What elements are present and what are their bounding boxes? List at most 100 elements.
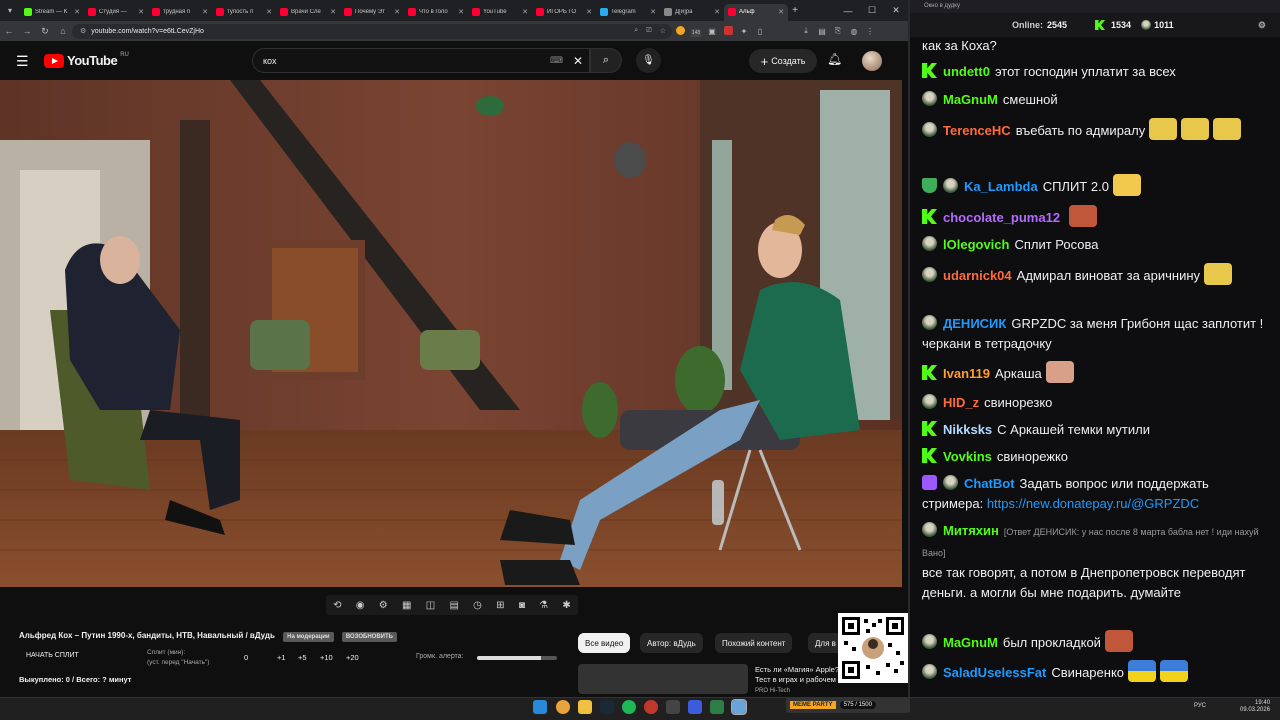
close-tab-icon[interactable]: ✕	[650, 8, 656, 16]
browser-tab[interactable]: ИГОРЬ ГО ✕	[532, 4, 596, 21]
chat-username[interactable]: MaGnuM	[943, 92, 998, 107]
extension-icon[interactable]: ⎘	[830, 26, 846, 36]
clear-search-icon[interactable]: ✕	[573, 54, 583, 68]
close-tab-icon[interactable]: ✕	[778, 8, 784, 16]
meme-party-widget[interactable]: MEME PARTY 575 / 1500	[786, 697, 910, 713]
browser-tab[interactable]: тупость п ✕	[212, 4, 276, 21]
browser-tab[interactable]: Студия — ✕	[84, 4, 148, 21]
browser-tab[interactable]: Что в голо ✕	[404, 4, 468, 21]
chat-username[interactable]: undett0	[943, 64, 990, 79]
screenshot-icon[interactable]: ◙	[519, 600, 525, 611]
chip-all-videos[interactable]: Все видео	[578, 633, 631, 653]
broadcast-icon[interactable]: ◉	[356, 600, 365, 611]
app-taskbar-icon[interactable]	[688, 700, 702, 714]
clip-icon[interactable]: ▦	[402, 600, 411, 611]
browser-tab[interactable]: YouTube ✕	[468, 4, 532, 21]
close-tab-icon[interactable]: ✕	[394, 8, 400, 16]
browser-tab[interactable]: Почему Эт ✕	[340, 4, 404, 21]
close-tab-icon[interactable]: ✕	[330, 8, 336, 16]
chat-username[interactable]: ДЕНИСИК	[943, 316, 1006, 331]
close-tab-icon[interactable]: ✕	[74, 8, 80, 16]
profile-icon[interactable]: ◍	[846, 27, 862, 36]
chat-username[interactable]: MaGnuM	[943, 635, 998, 650]
menu-icon[interactable]: ⋮	[862, 27, 878, 36]
split-add-5-button[interactable]: +5	[298, 653, 307, 662]
search-input[interactable]: кох ⌨ ✕	[252, 48, 590, 73]
close-window-icon[interactable]: ✕	[884, 5, 908, 16]
minimize-icon[interactable]: —	[836, 6, 860, 16]
app-taskbar-icon[interactable]	[710, 700, 724, 714]
close-tab-icon[interactable]: ✕	[138, 8, 144, 16]
gear-icon[interactable]: ✱	[562, 600, 570, 611]
reload-icon[interactable]: ↻	[36, 26, 54, 37]
extension-icon[interactable]	[672, 25, 688, 37]
chat-username[interactable]: Ka_Lambda	[964, 179, 1038, 194]
browser-tab[interactable]: Альф ✕	[724, 3, 788, 21]
extension-icon[interactable]	[720, 25, 736, 37]
voice-search-button[interactable]: 🎙	[636, 48, 661, 73]
cinema-icon[interactable]: ▤	[449, 600, 458, 611]
video-settings-icon[interactable]: ⚙	[379, 600, 388, 611]
downloads-icon[interactable]: ⤓	[798, 26, 814, 36]
chat-username[interactable]: lOlegovich	[943, 237, 1009, 252]
spotify-taskbar-icon[interactable]	[622, 700, 636, 714]
resume-button[interactable]: ВОЗОБНОВИТЬ	[341, 632, 397, 642]
chat-username[interactable]: Ivan119	[943, 366, 990, 381]
speed-icon[interactable]: ◷	[473, 600, 482, 611]
split-add-1-button[interactable]: +1	[277, 653, 286, 662]
maximize-icon[interactable]: ☐	[860, 5, 884, 16]
moderation-badge[interactable]: На модерации	[283, 632, 334, 642]
language-indicator[interactable]: РУС	[1194, 703, 1206, 709]
chat-username[interactable]: Митяхин	[943, 523, 999, 538]
chat-username[interactable]: SaladUselessFat	[943, 665, 1046, 680]
donate-link[interactable]: https://new.donatepay.ru/@GRPZDC	[987, 496, 1199, 511]
extension-counter-icon[interactable]: 148	[688, 27, 704, 37]
start-split-button[interactable]: НАЧАТЬ СПЛИТ	[26, 652, 79, 659]
browser-tab[interactable]: трудная п ✕	[148, 4, 212, 21]
close-tab-icon[interactable]: ✕	[458, 8, 464, 16]
cast-icon[interactable]: ⎚	[646, 27, 652, 35]
chat-username[interactable]: Vovkins	[943, 449, 992, 464]
create-button[interactable]: + Создать	[749, 49, 817, 73]
recommendation-thumbnail[interactable]	[578, 664, 748, 694]
bookmark-star-icon[interactable]: ☆	[660, 27, 666, 35]
notifications-bell-icon[interactable]: 🔔︎	[827, 52, 842, 66]
extension-icon[interactable]: ▣	[704, 27, 720, 36]
windows-start-icon[interactable]	[533, 700, 547, 714]
system-clock[interactable]: 19:40 09.03.2026	[1240, 700, 1270, 714]
split-add-20-button[interactable]: +20	[346, 653, 359, 662]
video-player[interactable]	[0, 80, 902, 587]
split-add-10-button[interactable]: +10	[320, 653, 333, 662]
browser-tab[interactable]: Stream — K ✕	[20, 4, 84, 21]
close-tab-icon[interactable]: ✕	[714, 8, 720, 16]
keyboard-icon[interactable]: ⌨	[550, 55, 563, 66]
chip-related[interactable]: Похожий контент	[715, 633, 793, 653]
close-tab-icon[interactable]: ✕	[522, 8, 528, 16]
explorer-taskbar-icon[interactable]	[578, 700, 592, 714]
hamburger-menu-icon[interactable]: ☰	[16, 53, 29, 70]
settings-gear-icon[interactable]: ⚙	[1258, 20, 1266, 31]
account-avatar[interactable]	[862, 51, 882, 71]
browser-tab[interactable]: Врачи Сле ✕	[276, 4, 340, 21]
home-icon[interactable]: ⌂	[54, 26, 72, 36]
close-tab-icon[interactable]: ✕	[586, 8, 592, 16]
url-field[interactable]: ⚙ youtube.com/watch?v=e6tLCevZjHo ⌕ ⎚ ☆	[72, 23, 672, 39]
steam-taskbar-icon[interactable]	[600, 700, 614, 714]
sidebar-icon[interactable]: ▯	[752, 27, 768, 36]
split-value-0[interactable]: 0	[244, 653, 248, 662]
alert-volume-slider[interactable]	[477, 656, 557, 660]
extensions-puzzle-icon[interactable]: ✦	[736, 27, 752, 36]
extension-icon[interactable]: ▤	[814, 27, 830, 36]
loop-icon[interactable]: ⟲	[333, 600, 341, 611]
chat-username[interactable]: TerenceHC	[943, 123, 1011, 138]
browser-tab[interactable]: Telegram ✕	[596, 4, 660, 21]
tab-search-icon[interactable]: ▾	[0, 6, 20, 15]
youtube-logo[interactable]: YouTube RU	[44, 52, 129, 68]
browser-tab[interactable]: Д[и]ра ✕	[660, 4, 724, 21]
search-button[interactable]: ⌕	[590, 48, 622, 73]
zoom-icon[interactable]: ⌕	[634, 27, 638, 35]
chrome-taskbar-icon[interactable]	[556, 700, 570, 714]
close-tab-icon[interactable]: ✕	[202, 8, 208, 16]
forward-icon[interactable]: →	[18, 26, 36, 36]
chat-username[interactable]: udarnick04	[943, 268, 1012, 283]
